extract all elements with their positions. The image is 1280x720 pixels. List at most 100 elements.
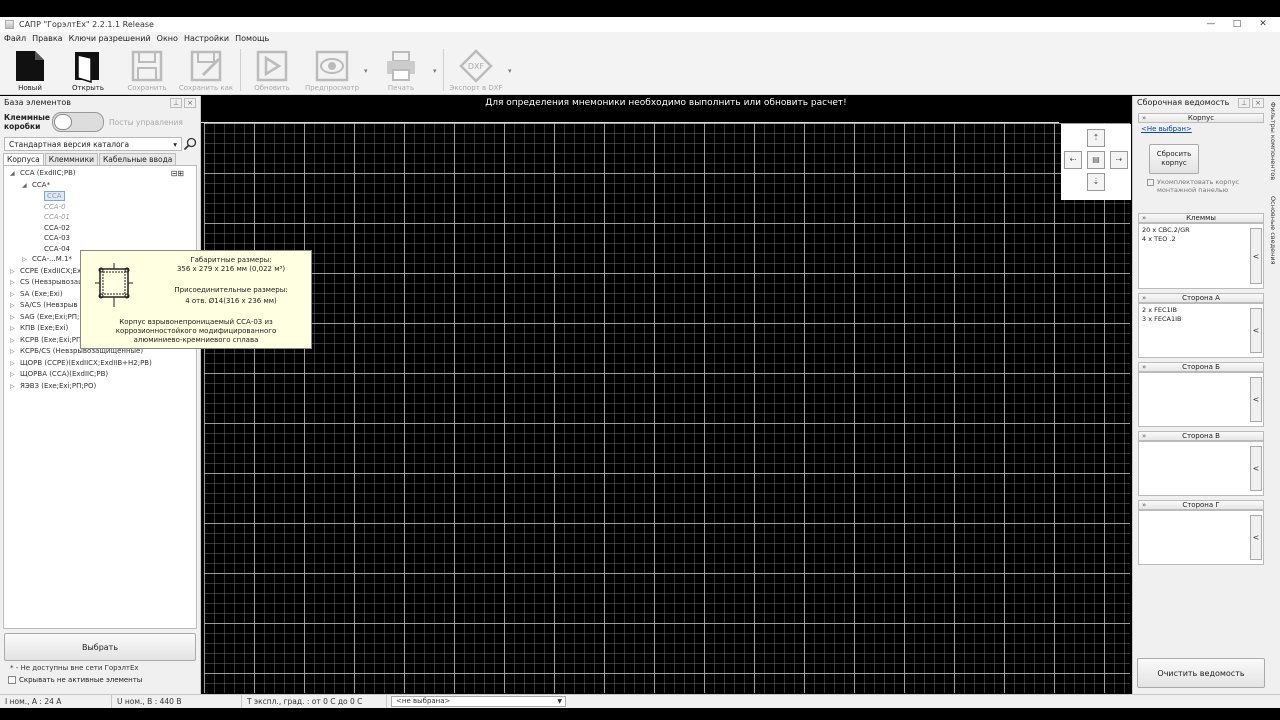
housing-not-selected-link[interactable]: <Не выбран>	[1141, 125, 1261, 134]
catalog-select[interactable]: Стандартная версия каталога ▾	[4, 137, 182, 151]
preview-dropdown-icon[interactable]: ▾	[364, 67, 368, 75]
tree-node[interactable]: ССА-02	[4, 223, 196, 234]
expand-left-icon[interactable]: <	[1250, 377, 1262, 422]
center-view-icon[interactable]: ▤	[1087, 151, 1105, 169]
reset-housing-button[interactable]: Сбросить корпус	[1149, 144, 1199, 174]
select-button[interactable]: Выбрать	[4, 633, 196, 661]
expand-left-icon[interactable]: <	[1250, 446, 1262, 491]
bottom-black-bar	[0, 708, 1280, 720]
tree-node[interactable]: ◢ ССА*	[4, 180, 196, 192]
list-item: 3 x FECA1IB	[1142, 315, 1182, 323]
side-left-icon[interactable]: ⇠	[1064, 151, 1082, 169]
tree-node[interactable]: ▷ ЩОРВ (ССРЕ)(ExdIICX;ExdIIB+H2;PB)	[4, 358, 196, 370]
new-button[interactable]: Новый	[1, 47, 59, 93]
expand-arrow-icon[interactable]: ◢	[22, 181, 32, 192]
mode-toggle-switch[interactable]	[52, 112, 104, 132]
tree-view-icons[interactable]: ⊟⊞	[171, 169, 184, 178]
refresh-button[interactable]: Обновить	[243, 47, 301, 93]
close-panel-icon[interactable]: ×	[1252, 98, 1264, 108]
expand-arrow-icon[interactable]: ▷	[10, 301, 20, 312]
open-button[interactable]: Открыть	[59, 47, 117, 93]
expand-arrow-icon[interactable]: ▷	[10, 347, 20, 358]
minimize-button[interactable]: —	[1198, 18, 1224, 30]
expand-arrow-icon[interactable]: ▷	[10, 313, 20, 324]
menu-settings[interactable]: Настройки	[184, 34, 229, 43]
side-c-header-label: Сторона В	[1182, 432, 1220, 440]
assembly-list-panel: Сборочная ведомость ⊥ × » Корпус <Не выбр…	[1132, 96, 1268, 694]
expand-arrow-icon[interactable]: ▷	[10, 382, 20, 393]
tree-node[interactable]: ССА	[4, 191, 196, 202]
side-right-icon[interactable]: ⇢	[1110, 151, 1128, 169]
side-a-section-header[interactable]: » Сторона А	[1138, 293, 1264, 303]
expand-arrow-icon[interactable]: ▷	[10, 336, 20, 347]
status-combo[interactable]: <не выбрана> ▼	[391, 696, 566, 707]
menu-window[interactable]: Окно	[157, 34, 178, 43]
terminals-section-header[interactable]: » Клеммы	[1138, 213, 1264, 223]
complete-panel-row[interactable]: Укомплектовать корпус монтажной панелью	[1141, 174, 1261, 194]
side-a-header-label: Сторона А	[1182, 294, 1220, 302]
print-dropdown-icon[interactable]: ▾	[433, 67, 437, 75]
hide-inactive-row[interactable]: Скрывать не активные элементы	[0, 672, 200, 684]
panel-header: База элементов ⊥ ×	[0, 96, 200, 109]
maximize-button[interactable]: □	[1224, 18, 1250, 30]
list-item: 4 x TEO .2	[1142, 235, 1176, 243]
clear-list-button[interactable]: Очистить ведомость	[1137, 658, 1265, 688]
hide-inactive-checkbox[interactable]	[8, 676, 16, 684]
expand-arrow-icon[interactable]: ▷	[10, 324, 20, 335]
toolbar-separator	[443, 49, 444, 91]
tab-component-filters[interactable]: Фильтры компонентов	[1269, 102, 1277, 180]
tree-node[interactable]: ССА-01	[4, 212, 196, 223]
preview-button[interactable]: Предпросмотр	[303, 47, 361, 93]
menu-edit[interactable]: Правка	[32, 34, 62, 43]
close-button[interactable]: ✕	[1250, 18, 1276, 30]
tree-node[interactable]: ССА-0	[4, 202, 196, 213]
close-panel-icon[interactable]: ×	[184, 98, 196, 108]
tab-terminals[interactable]: Клеммники	[44, 153, 98, 165]
tree-node[interactable]: ▷ ЩОРВА (ССА)(ExdIIC;PB)	[4, 369, 196, 381]
network-note: * - Не доступны вне сети ГорэлтЕх	[10, 664, 139, 672]
tree-node-label: ССА*	[32, 180, 51, 189]
expand-arrow-icon[interactable]: ◢	[10, 169, 20, 180]
side-b-list: <	[1138, 372, 1264, 427]
tree-node[interactable]: ◢ ССА (ExdIIC;PB)	[4, 168, 196, 180]
housing-section-header[interactable]: » Корпус	[1138, 113, 1264, 123]
side-c-section-header[interactable]: » Сторона В	[1138, 431, 1264, 441]
menu-file[interactable]: Файл	[4, 34, 26, 43]
search-icon[interactable]	[183, 137, 197, 154]
list-item: 2 x FEC1IB	[1142, 306, 1178, 314]
expand-arrow-icon[interactable]: ▷	[10, 267, 20, 278]
expand-arrow-icon[interactable]: ▷	[10, 359, 20, 370]
expand-arrow-icon[interactable]: ▷	[10, 290, 20, 301]
side-b-section-header[interactable]: » Сторона Б	[1138, 362, 1264, 372]
tree-node-label: ССРЕ (ExdIICX;Ex	[20, 266, 82, 275]
export-dropdown-icon[interactable]: ▾	[508, 67, 512, 75]
menu-help[interactable]: Помощь	[235, 34, 269, 43]
expand-left-icon[interactable]: <	[1250, 515, 1262, 560]
tree-node[interactable]: ССА-03	[4, 233, 196, 244]
tab-basic-info[interactable]: Основные сведения	[1269, 196, 1277, 264]
side-top-icon[interactable]: ⇡	[1087, 129, 1105, 147]
pin-icon[interactable]: ⊥	[170, 98, 183, 108]
tab-housings[interactable]: Корпуса	[3, 153, 44, 165]
expand-arrow-icon[interactable]: ▷	[10, 278, 20, 289]
pin-icon[interactable]: ⊥	[1238, 98, 1251, 108]
tab-cable-glands[interactable]: Кабельные ввода	[98, 153, 177, 165]
export-dxf-button[interactable]: DXF Экспорт в DXF	[447, 47, 505, 93]
drawing-grid[interactable]	[204, 123, 1130, 693]
side-bottom-icon[interactable]: ⇣	[1087, 173, 1105, 191]
expand-arrow-icon[interactable]: ▷	[22, 255, 32, 266]
complete-panel-checkbox[interactable]	[1147, 179, 1154, 186]
expand-left-icon[interactable]: <	[1250, 228, 1262, 284]
save-as-button[interactable]: Сохранить как	[177, 47, 235, 93]
housing-tooltip: Габаритные размеры: 356 x 279 x 216 мм (…	[80, 250, 312, 349]
housing-header-label: Корпус	[1187, 114, 1215, 122]
element-tree[interactable]: ⊟⊞ ◢ ССА (ExdIIC;PB) ◢ ССА* ССА ССА-0 ССА-01 СС…	[3, 165, 197, 629]
print-button[interactable]: Печать	[372, 47, 430, 93]
side-d-section-header[interactable]: » Сторона Г	[1138, 500, 1264, 510]
menu-license-keys[interactable]: Ключи разрешений	[69, 34, 151, 43]
expand-arrow-icon[interactable]: ▷	[10, 370, 20, 381]
save-button[interactable]: Сохранить	[118, 47, 176, 93]
expand-left-icon[interactable]: <	[1250, 308, 1262, 353]
tree-node[interactable]: ▷ ЯЭВЗ (Exe;Exi;PП;PO)	[4, 381, 196, 393]
tree-node-label: ССА-01	[44, 213, 70, 221]
